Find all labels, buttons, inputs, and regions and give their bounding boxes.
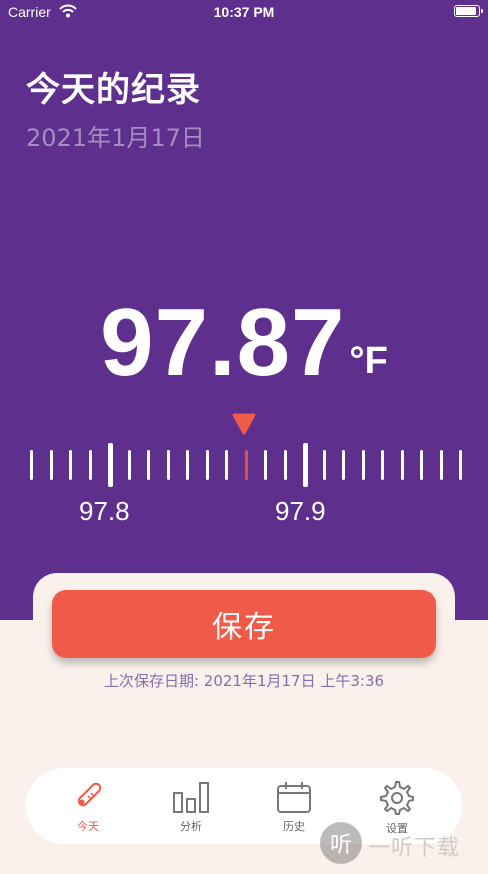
scale-pointer-icon <box>231 412 257 440</box>
watermark-icon: 听 <box>320 822 362 864</box>
scale-tick <box>400 450 404 480</box>
page-date: 2021年1月17日 <box>26 124 205 152</box>
scale-tick <box>420 450 423 480</box>
calendar-icon <box>277 782 311 813</box>
scale-tick <box>205 450 209 480</box>
scale-tick <box>108 443 113 487</box>
temperature-readout: 97.87 °F <box>0 288 488 398</box>
scale-tick <box>459 450 462 480</box>
tab-label: 分析 <box>180 820 202 833</box>
scale-tick <box>361 450 365 480</box>
scale-tick <box>49 450 53 480</box>
scale-tick <box>69 450 72 480</box>
scale-tick <box>264 450 267 480</box>
scale-tick <box>166 450 170 480</box>
scale-tick <box>322 450 326 480</box>
temperature-unit: °F <box>349 340 388 382</box>
bar-chart-icon <box>173 782 209 813</box>
scale-tick <box>381 450 384 480</box>
thermometer-icon <box>77 782 102 807</box>
scale-tick <box>30 450 33 480</box>
scale-tick <box>439 450 443 480</box>
tab-label: 今天 <box>77 820 99 833</box>
temperature-value: 97.87 <box>100 289 346 396</box>
watermark-logo: 听 一听下载 <box>320 822 478 866</box>
page-title: 今天的纪录 <box>26 70 201 110</box>
battery-icon <box>454 5 483 17</box>
gear-icon <box>380 781 414 815</box>
tab-analysis[interactable]: 分析 <box>151 774 231 840</box>
temperature-scale[interactable] <box>0 440 488 490</box>
scale-tick <box>225 450 228 480</box>
scale-tick <box>186 450 189 480</box>
scale-tick <box>342 450 345 480</box>
last-saved-text: 上次保存日期: 2021年1月17日 上午3:36 <box>103 672 385 690</box>
status-bar: Carrier 10:37 PM <box>0 0 488 26</box>
scale-tick-current <box>244 450 248 480</box>
scale-tick <box>127 450 131 480</box>
scale-label-low: 97.8 <box>79 496 130 526</box>
scale-tick <box>88 450 92 480</box>
scale-label-high: 97.9 <box>275 496 326 526</box>
tab-today[interactable]: 今天 <box>48 774 128 840</box>
clock: 10:37 PM <box>213 4 275 20</box>
scale-tick <box>303 443 308 487</box>
save-button[interactable]: 保存 <box>52 590 436 658</box>
scale-tick <box>147 450 150 480</box>
scale-tick <box>283 450 287 480</box>
watermark-text: 一听下载 <box>368 836 461 861</box>
